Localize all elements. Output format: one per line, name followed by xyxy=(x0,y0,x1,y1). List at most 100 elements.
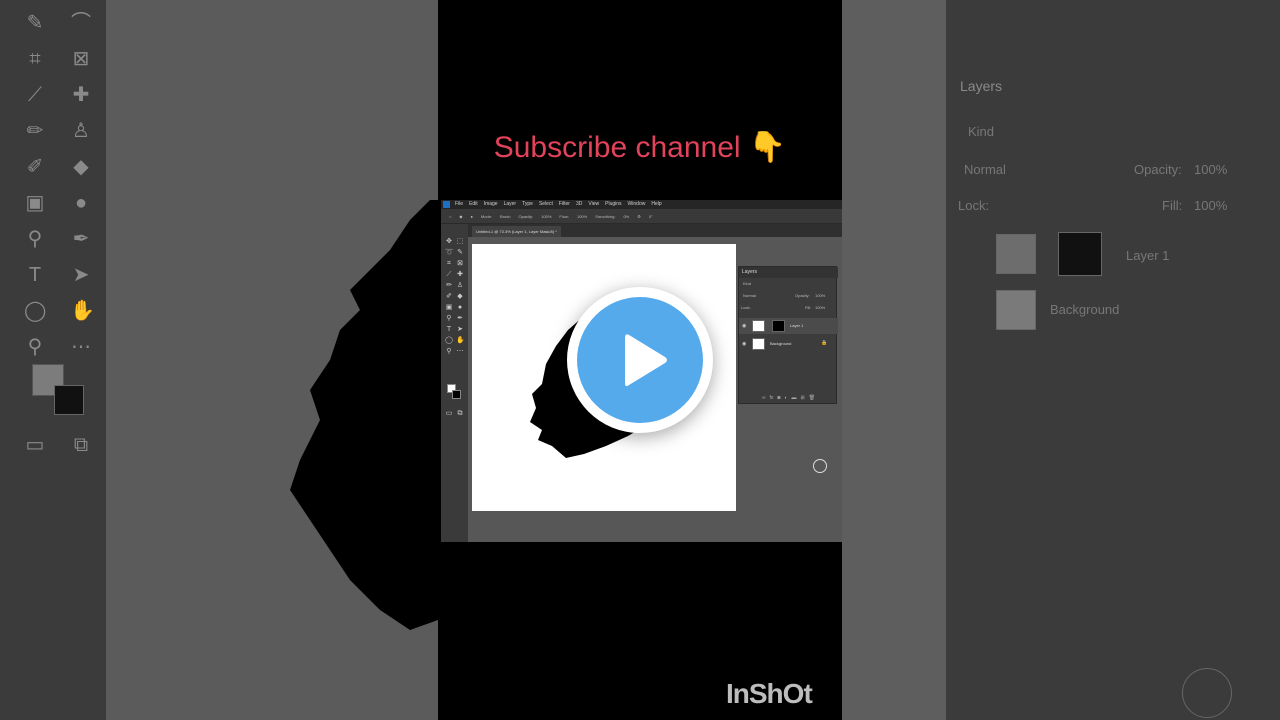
menu-layer[interactable]: Layer xyxy=(504,200,517,209)
blurred-lock-label: Lock: xyxy=(958,198,990,213)
angle-value[interactable]: 0° xyxy=(649,214,653,219)
link-layers-icon[interactable]: ∞ xyxy=(762,395,766,401)
blurred-fill-label: Fill: xyxy=(1162,198,1183,213)
background-color[interactable] xyxy=(452,390,461,399)
ellipse-icon: ◯ xyxy=(24,300,47,322)
layer1-mask-thumbnail[interactable] xyxy=(772,320,785,332)
path-select-tool-icon[interactable]: ➤ xyxy=(456,326,464,334)
blend-mode-select[interactable]: Normal xyxy=(743,293,756,298)
quick-select-tool-icon[interactable]: ✎ xyxy=(456,249,464,257)
lock-icon[interactable]: 🔒 xyxy=(821,340,827,346)
smoothing-value[interactable]: 0% xyxy=(623,214,629,219)
blurred-brush-shape xyxy=(290,200,438,630)
menu-view[interactable]: View xyxy=(588,200,599,209)
menu-plugins[interactable]: Plugins xyxy=(605,200,621,209)
menu-type[interactable]: Type xyxy=(522,200,533,209)
menu-select[interactable]: Select xyxy=(539,200,553,209)
zoom-tool-icon[interactable]: ⚲ xyxy=(445,348,453,356)
healing-tool-icon[interactable]: ✚ xyxy=(456,271,464,279)
menu-bar: File Edit Image Layer Type Select Filter… xyxy=(441,200,842,209)
layers-panel-title[interactable]: Layers xyxy=(742,269,757,275)
blurred-cursor-circle xyxy=(1182,668,1232,718)
history-brush-icon: ✐ xyxy=(26,156,44,178)
screen-mode-icon[interactable]: ⧉ xyxy=(456,410,464,418)
hand-icon: ✋ xyxy=(70,300,95,322)
blurred-layers-panel: Layers Kind Normal Opacity: 100% Lock: F… xyxy=(946,0,1280,720)
home-icon[interactable]: ⌂ xyxy=(449,214,451,219)
blur-tool-icon[interactable]: ● xyxy=(456,304,464,312)
type-icon: T xyxy=(28,264,42,286)
blurred-layer1-name: Layer 1 xyxy=(1126,248,1170,263)
background-layer-name: Background xyxy=(770,341,792,346)
mode-select[interactable]: Brush xyxy=(500,214,510,219)
menu-edit[interactable]: Edit xyxy=(469,200,478,209)
quick-mask-icon[interactable]: ▭ xyxy=(445,410,453,418)
adjustment-layer-icon[interactable]: ◐ xyxy=(784,395,787,401)
layers-lock-label: Lock: xyxy=(741,305,751,310)
menu-image[interactable]: Image xyxy=(484,200,498,209)
visibility-eye-icon[interactable]: ◉ xyxy=(742,323,746,329)
pen-tool-icon[interactable]: ✒ xyxy=(456,315,464,323)
layer-row-layer1[interactable]: ◉ Layer 1 xyxy=(739,318,838,334)
menu-window[interactable]: Window xyxy=(628,200,646,209)
shape-tool-icon[interactable]: ◯ xyxy=(445,337,453,345)
document-tab[interactable]: Untitled-1 @ 73.3% (Layer 1, Layer Mask/… xyxy=(472,226,561,237)
menu-filter[interactable]: Filter xyxy=(559,200,570,209)
visibility-eye-icon[interactable]: ◉ xyxy=(742,341,746,347)
eyedropper-tool-icon[interactable]: ⟋ xyxy=(445,271,453,279)
eyedropper-icon: ⟋ xyxy=(28,84,42,106)
select-arrow-icon: ➤ xyxy=(72,264,90,286)
history-brush-tool-icon[interactable]: ✐ xyxy=(445,293,453,301)
menu-file[interactable]: File xyxy=(455,200,463,209)
blurred-toolbar: ✎ ⌒ ⌗ ⊠ ⟋ ✚ ✏ ♙ ✐ ◆ ▣ ● ⚲ ✒ T ➤ ◯ ✋ ⚲ ⋯ … xyxy=(0,0,106,720)
stamp-tool-icon[interactable]: ♙ xyxy=(456,282,464,290)
mode-label: Mode: xyxy=(480,213,493,219)
dodge-tool-icon[interactable]: ⚲ xyxy=(445,315,453,323)
drop-icon: ● xyxy=(74,192,88,214)
menu-3d[interactable]: 3D xyxy=(576,200,582,209)
layers-opacity-value[interactable]: 100% xyxy=(815,293,825,298)
blurred-opacity-value: 100% xyxy=(1194,162,1228,177)
eraser-tool-icon[interactable]: ◆ xyxy=(459,214,462,219)
delete-layer-icon[interactable]: 🗑 xyxy=(809,395,815,401)
layers-fill-value[interactable]: 100% xyxy=(815,305,825,310)
move-tool-icon[interactable]: ✥ xyxy=(445,238,453,246)
brush-tool-icon[interactable]: ✏ xyxy=(445,282,453,290)
frame-tool-icon[interactable]: ⊠ xyxy=(456,260,464,268)
layers-panel-header: Layers xyxy=(739,267,838,278)
type-tool-icon[interactable]: T xyxy=(445,326,453,334)
document-tab-bar: Untitled-1 @ 73.3% (Layer 1, Layer Mask/… xyxy=(468,224,842,237)
brush-size-icon[interactable]: ● xyxy=(471,214,473,219)
eraser-tool-icon[interactable]: ◆ xyxy=(456,293,464,301)
settings-gear-icon[interactable]: ⚙ xyxy=(637,214,641,219)
marquee-tool-icon[interactable]: ⬚ xyxy=(456,238,464,246)
blurred-layer1-thumb xyxy=(996,234,1036,274)
menu-help[interactable]: Help xyxy=(651,200,661,209)
layers-filter-kind[interactable]: Kind xyxy=(743,281,751,286)
blurred-fill-value: 100% xyxy=(1194,198,1228,213)
new-layer-icon[interactable]: ⊞ xyxy=(800,395,804,401)
subscribe-banner: Subscribe channel 👇 xyxy=(493,131,787,164)
crop-tool-icon[interactable]: ⌗ xyxy=(445,260,453,268)
hand-tool-icon[interactable]: ✋ xyxy=(456,337,465,345)
blurred-canvas-strip xyxy=(842,0,946,720)
blurred-blend-mode: Normal xyxy=(964,162,1006,177)
eraser-icon: ◆ xyxy=(73,156,89,178)
add-mask-icon[interactable]: ◙ xyxy=(777,395,780,401)
inshot-watermark: InShOt xyxy=(726,678,813,709)
blurred-background-thumb xyxy=(996,290,1036,330)
gradient-icon: ▣ xyxy=(25,192,45,214)
flow-value[interactable]: 100% xyxy=(577,214,587,219)
fx-icon[interactable]: fx xyxy=(770,395,774,401)
opacity-label: Opacity: xyxy=(518,213,534,219)
blurred-background-name: Background xyxy=(1050,302,1120,317)
play-button[interactable] xyxy=(567,287,713,433)
new-group-icon[interactable]: ▬ xyxy=(791,395,796,401)
pen-icon: ✒ xyxy=(72,228,90,250)
options-bar: ⌂ ◆ ● Mode: Brush Opacity: 100% Flow: 10… xyxy=(441,209,842,224)
gradient-tool-icon[interactable]: ▣ xyxy=(445,304,453,312)
opacity-value[interactable]: 100% xyxy=(541,214,551,219)
more-tools-icon[interactable]: ⋯ xyxy=(456,348,464,356)
lasso-tool-icon[interactable]: ➰ xyxy=(445,249,454,257)
layer-row-background[interactable]: ◉ Background 🔒 xyxy=(739,336,838,352)
